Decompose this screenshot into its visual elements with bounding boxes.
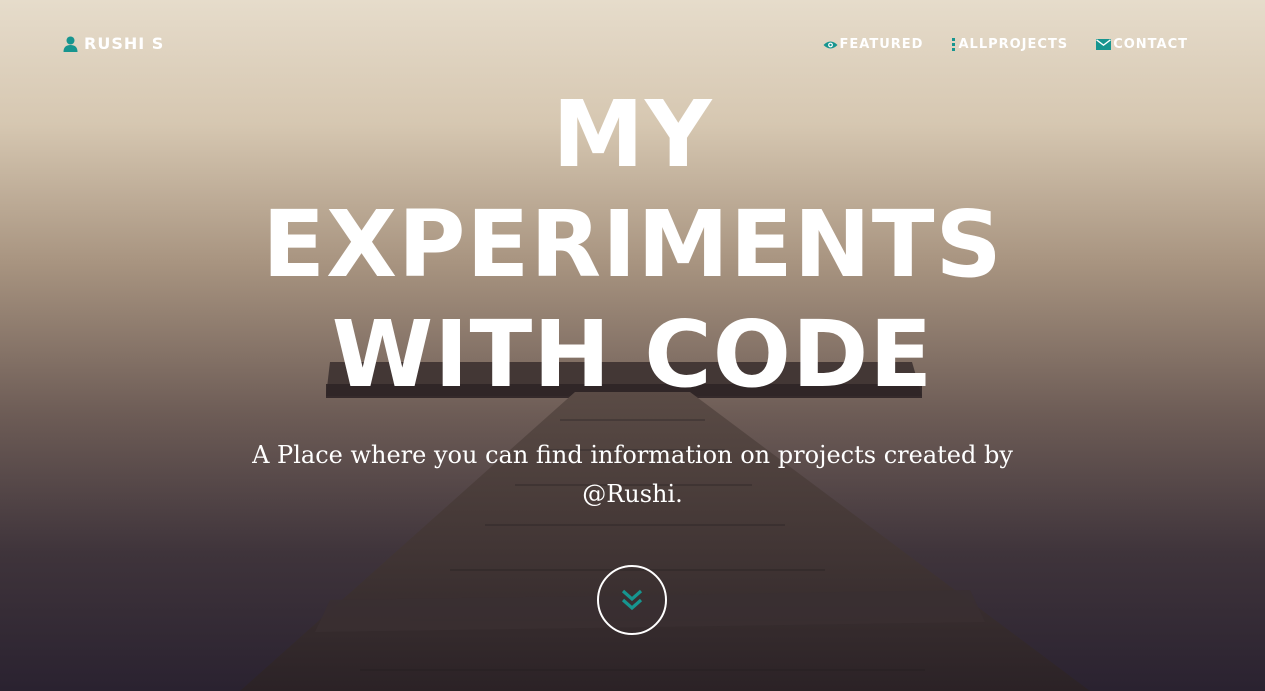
top-navbar: RUSHI S FEATURED ALLPROJECTS CONTACT [0, 0, 1265, 90]
nav-link-label: FEATURED [839, 37, 924, 52]
scroll-down-button[interactable] [597, 565, 667, 635]
nav-link-label: ALLPROJECTS [958, 37, 1069, 52]
hero-title-line: MY [552, 81, 713, 188]
double-chevron-down-icon [621, 589, 643, 611]
nav-link-label: CONTACT [1113, 37, 1188, 52]
list-icon [952, 38, 956, 51]
hero-title-line: WITH CODE [331, 301, 934, 408]
nav-link-contact[interactable]: CONTACT [1096, 37, 1188, 52]
brand-link[interactable]: RUSHI S [63, 34, 164, 53]
hero-title: MY EXPERIMENTS WITH CODE [0, 80, 1265, 410]
envelope-icon [1096, 39, 1112, 50]
user-icon [63, 36, 78, 52]
eye-icon [823, 41, 838, 48]
nav-link-featured[interactable]: FEATURED [823, 37, 924, 52]
hero-subtitle: A Place where you can find information o… [252, 441, 1013, 508]
hero-title-line: EXPERIMENTS [262, 191, 1003, 298]
nav-links: FEATURED ALLPROJECTS CONTACT [823, 37, 1188, 52]
nav-link-allprojects[interactable]: ALLPROJECTS [951, 37, 1068, 52]
brand-label: RUSHI S [84, 34, 165, 53]
